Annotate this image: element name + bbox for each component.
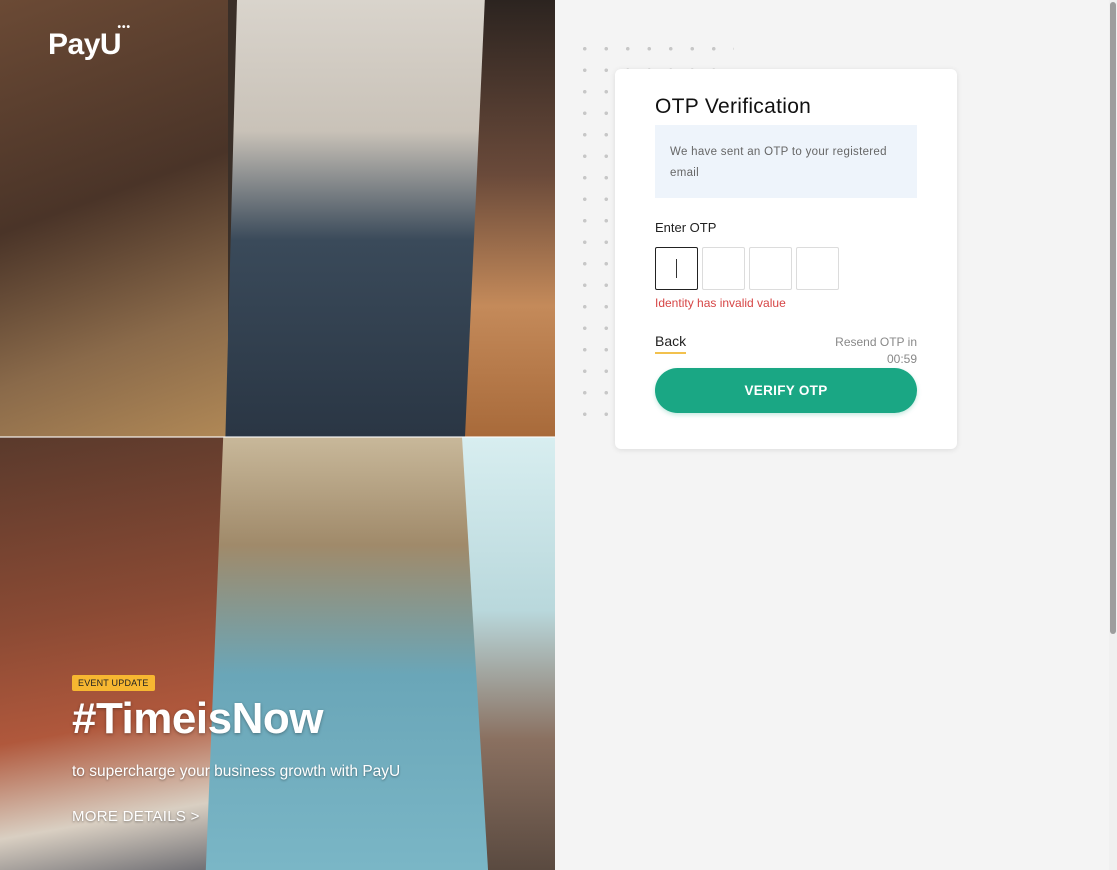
otp-input-group: [655, 247, 839, 290]
resend-otp-countdown: Resend OTP in 00:59: [835, 334, 917, 368]
promo-hero: PayU ••• EVENT UPDATE #TimeisNow to supe…: [0, 0, 555, 870]
otp-digit-1[interactable]: [655, 247, 698, 290]
otp-info-message: We have sent an OTP to your registered e…: [655, 125, 917, 198]
payu-logo: PayU •••: [48, 22, 130, 62]
logo-dots-icon: •••: [117, 22, 132, 33]
resend-timer: 00:59: [886, 352, 917, 366]
resend-label: Resend OTP in: [835, 335, 917, 349]
otp-verification-card: OTP Verification We have sent an OTP to …: [615, 69, 957, 449]
otp-input-label: Enter OTP: [655, 220, 717, 235]
hero-photo-man-laptop: [0, 437, 230, 870]
otp-digit-2[interactable]: [702, 247, 745, 290]
scrollbar-thumb[interactable]: [1110, 2, 1116, 634]
hero-photo-bearded-man: [205, 437, 490, 870]
hero-headline: #TimeisNow: [72, 694, 323, 743]
hero-subline: to supercharge your business growth with…: [72, 763, 401, 780]
otp-digit-4[interactable]: [796, 247, 839, 290]
page-scrollbar[interactable]: [1109, 0, 1117, 870]
card-title: OTP Verification: [655, 95, 812, 118]
back-link[interactable]: Back: [655, 333, 687, 354]
hero-photo-man-phone: [0, 0, 228, 437]
more-details-link[interactable]: MORE DETAILS >: [72, 808, 200, 825]
hero-divider: [0, 436, 555, 438]
otp-error-message: Identity has invalid value: [655, 296, 786, 310]
hero-photo-man-glasses: [225, 0, 498, 437]
logo-text: PayU: [48, 28, 122, 61]
verify-otp-button[interactable]: VERIFY OTP: [655, 368, 917, 413]
otp-digit-3[interactable]: [749, 247, 792, 290]
event-badge: EVENT UPDATE: [72, 675, 155, 691]
